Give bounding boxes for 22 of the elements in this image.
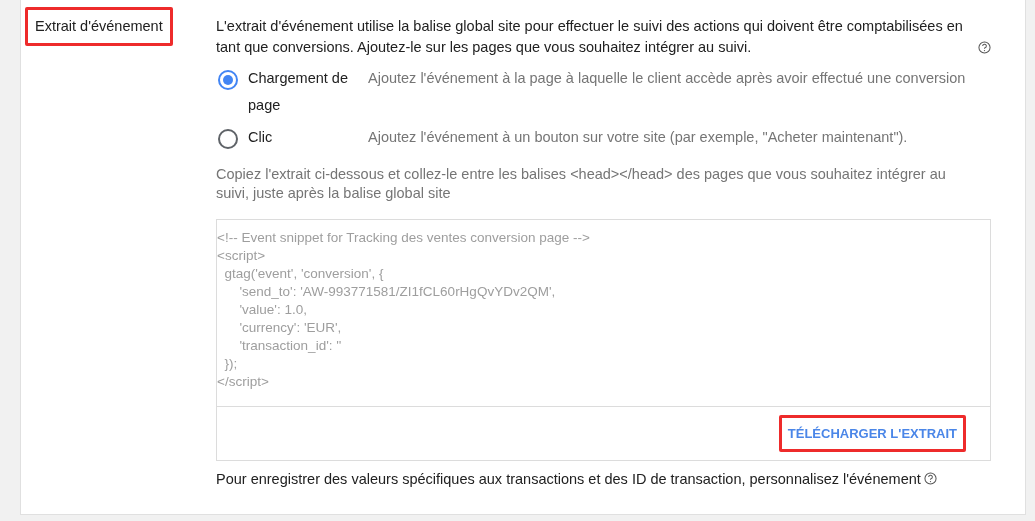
code-line: <!-- Event snippet for Tracking des ventes conversion page --> bbox=[217, 229, 591, 247]
section-label: Extrait d'événement bbox=[25, 7, 173, 46]
download-button[interactable]: TÉLÉCHARGER L'EXTRAIT bbox=[778, 415, 966, 452]
option-hint: Ajoutez l'événement à un bouton sur votre site (par exemple, "Acheter maintenant"). bbox=[368, 128, 908, 147]
code-line: 'send_to': 'AW-993771581/ZI1fCL60rHgQvYDv2QM', bbox=[238, 283, 557, 301]
option-label[interactable]: Chargement de page bbox=[248, 65, 368, 119]
description-text: L'extrait d'événement utilise la balise global site pour effectuer le suivi des actions qui doivent être comptabilisées en tant que conversions. Ajoutez-le sur les pages que vous souhaitez intégrer au suivi. bbox=[216, 17, 964, 57]
instructions-text: Copiez l'extrait ci-dessous et collez-le entre les balises <head></head> des pages que vous souhaitez intégrer au suivi, juste après la balise global site bbox=[216, 165, 947, 203]
help-icon[interactable] bbox=[978, 41, 991, 54]
code-line: 'transaction_id': '' bbox=[238, 337, 343, 355]
option-label[interactable]: Clic bbox=[248, 124, 368, 151]
help-icon[interactable] bbox=[923, 472, 937, 485]
code-line: </script> bbox=[217, 373, 270, 391]
code-line: 'value': 1.0, bbox=[238, 301, 308, 319]
code-line: <script> bbox=[217, 247, 267, 265]
option-hint: Ajoutez l'événement à la page à laquelle le client accède après avoir effectué une conversion bbox=[368, 69, 966, 88]
code-line: }); bbox=[223, 355, 239, 373]
footer-note: Pour enregistrer des valeurs spécifiques aux transactions et des ID de transaction, personnalisez l'événement bbox=[216, 471, 921, 487]
code-line: gtag('event', 'conversion', { bbox=[223, 265, 385, 283]
radio-button[interactable] bbox=[218, 70, 238, 90]
code-line: 'currency': 'EUR', bbox=[238, 319, 343, 337]
radio-button[interactable] bbox=[218, 129, 238, 149]
